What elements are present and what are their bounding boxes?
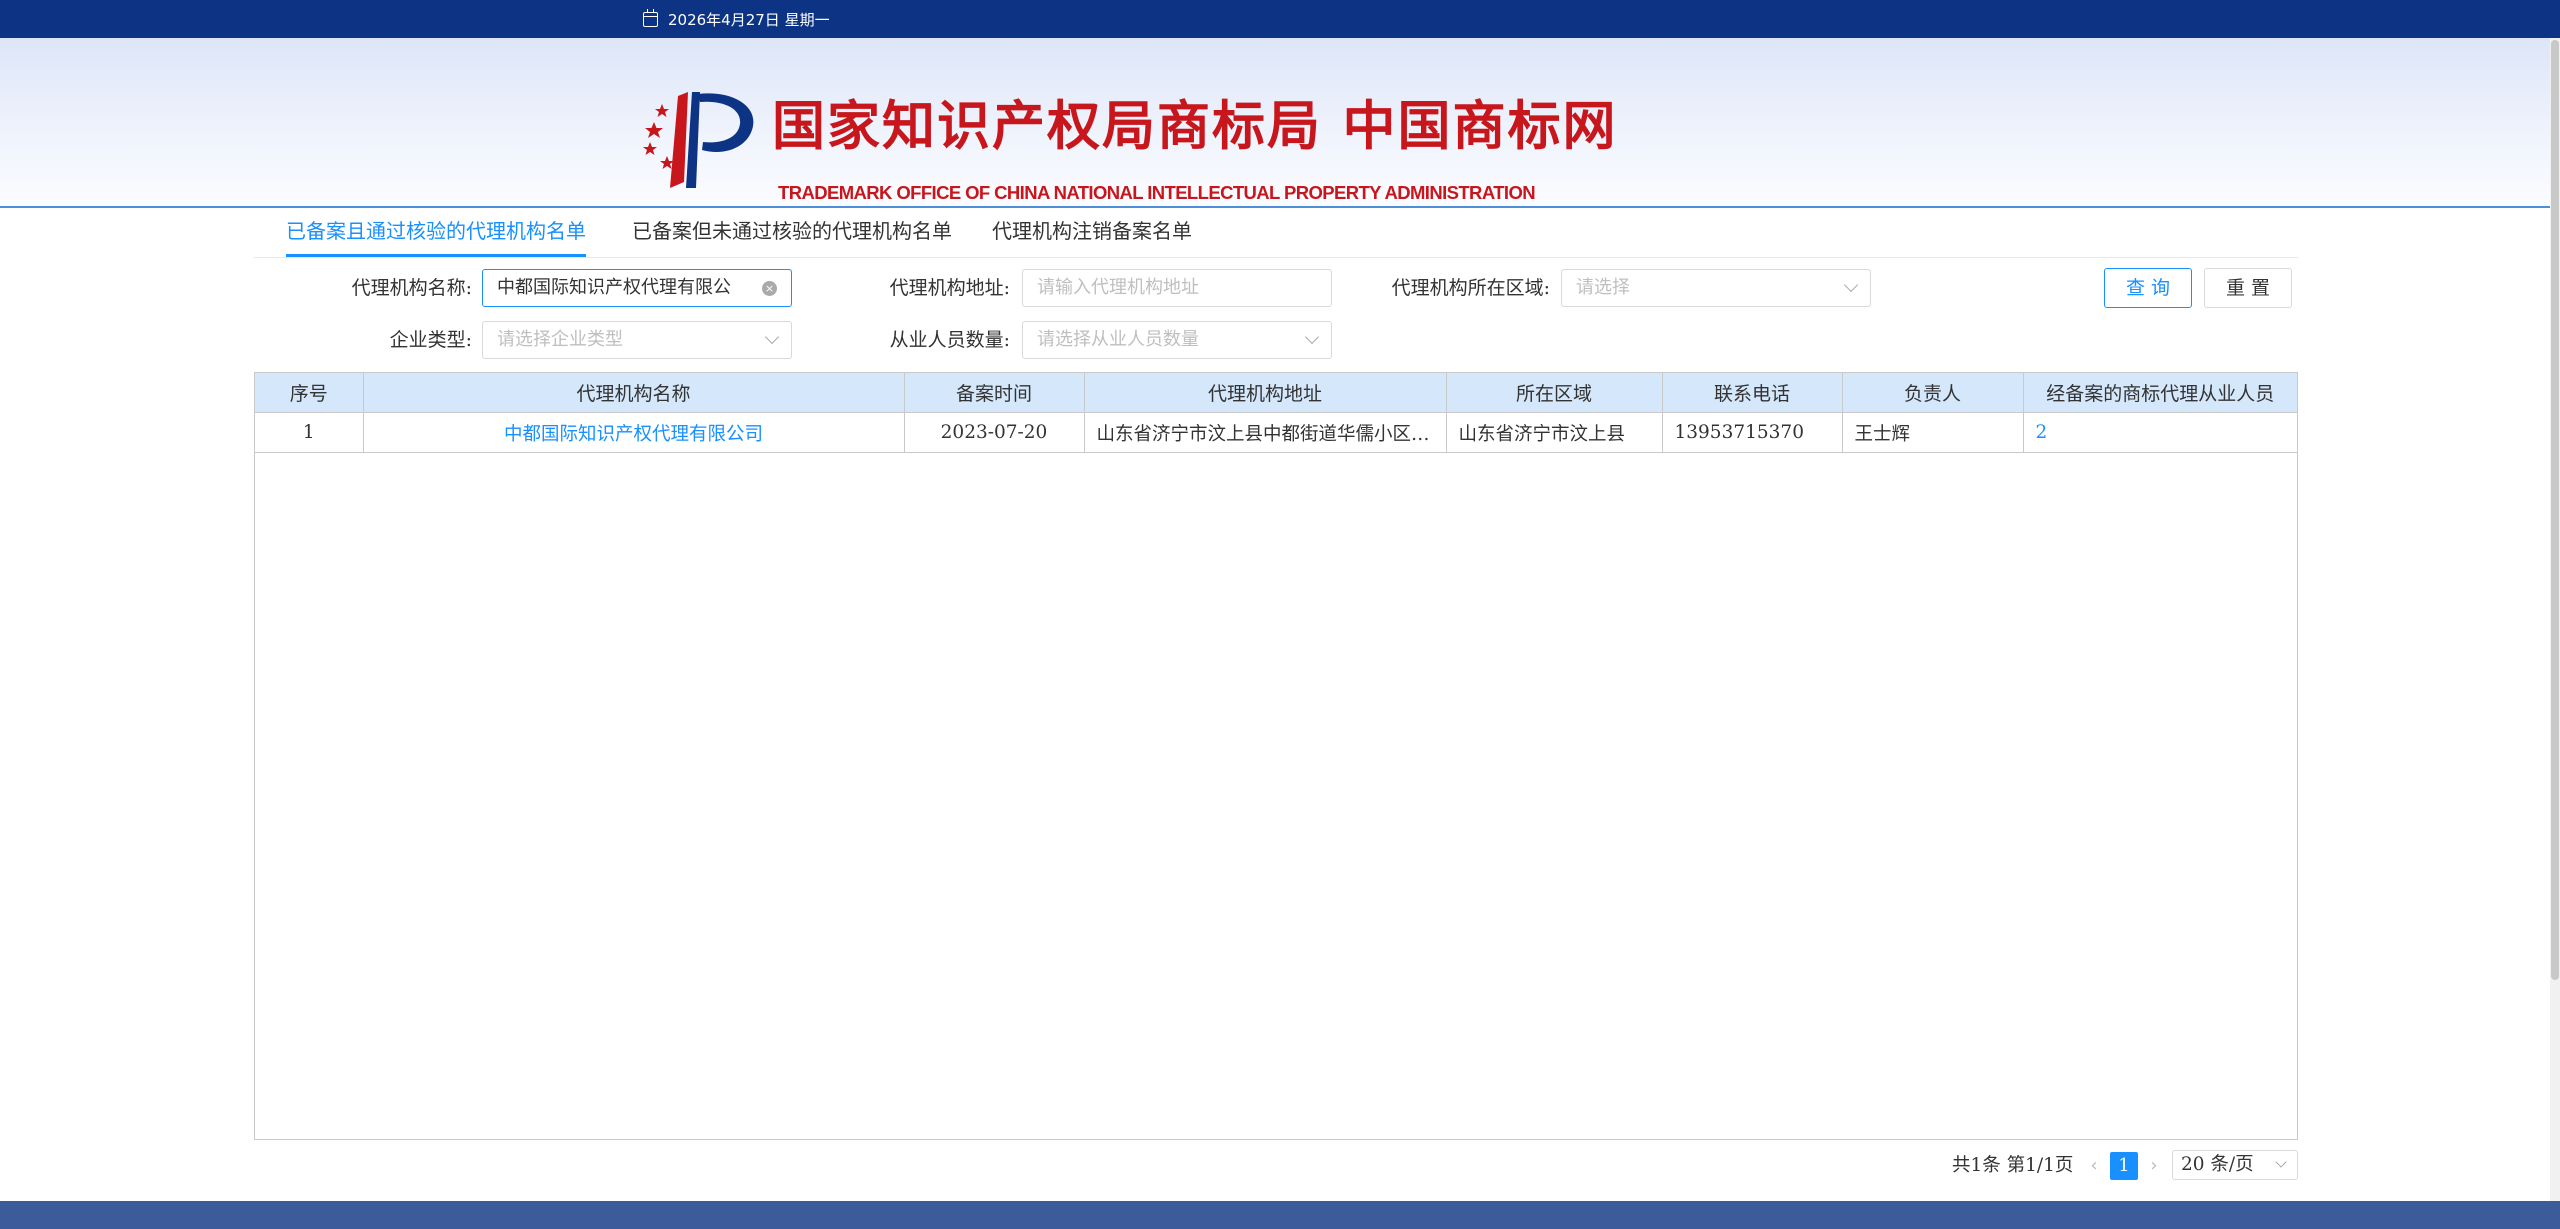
page-size-value: 20 条/页 [2181, 1154, 2254, 1175]
cell-index: 1 [255, 412, 364, 453]
table-header-row: 序号 代理机构名称 备案时间 代理机构地址 所在区域 联系电话 负责人 经备案的… [255, 373, 2297, 413]
site-subtitle: TRADEMARK OFFICE OF CHINA NATIONAL INTEL… [778, 182, 1536, 203]
site-header: 国家知识产权局商标局 中国商标网 TRADEMARK OFFICE OF CHI… [0, 38, 2560, 208]
prev-page-button[interactable]: ‹ [2080, 1152, 2108, 1180]
cell-address: 山东省济宁市汶上县中都街道华儒小区门面 [1084, 412, 1447, 453]
col-header-address: 代理机构地址 [1084, 373, 1447, 413]
agency-region-select[interactable]: 请选择 [1561, 269, 1871, 307]
cell-manager: 王士辉 [1842, 412, 2024, 453]
tab-cancelled-agencies[interactable]: 代理机构注销备案名单 [992, 206, 1192, 256]
cell-phone: 13953715370 [1662, 412, 1843, 453]
staff-count-label: 从业人员数量: [889, 329, 1010, 351]
col-header-phone: 联系电话 [1662, 373, 1843, 413]
chevron-down-icon [2275, 1156, 2287, 1168]
pagination-summary: 共1条 第1/1页 [1952, 1155, 2074, 1176]
agency-region-label: 代理机构所在区域: [1391, 277, 1550, 299]
chevron-down-icon [764, 329, 780, 345]
company-type-select[interactable]: 请选择企业类型 [482, 321, 792, 359]
page-1-button[interactable]: 1 [2110, 1152, 2138, 1180]
company-type-label: 企业类型: [389, 329, 472, 351]
query-button[interactable]: 查询 [2104, 268, 2192, 308]
col-header-name: 代理机构名称 [363, 373, 905, 413]
agency-name-label: 代理机构名称: [351, 277, 472, 299]
results-table: 序号 代理机构名称 备案时间 代理机构地址 所在区域 联系电话 负责人 经备案的… [255, 373, 2297, 453]
next-page-button[interactable]: › [2140, 1152, 2168, 1180]
date-text: 2026年4月27日 星期一 [668, 10, 830, 29]
col-header-index: 序号 [255, 373, 364, 413]
tab-bar: 已备案且通过核验的代理机构名单 已备案但未通过核验的代理机构名单 代理机构注销备… [254, 206, 2298, 258]
date-display: 2026年4月27日 星期一 [643, 0, 830, 38]
reset-button[interactable]: 重置 [2204, 268, 2292, 308]
chevron-down-icon [1843, 277, 1859, 293]
emblem-icon [643, 92, 754, 188]
clear-icon[interactable]: × [762, 281, 777, 296]
cell-record-date: 2023-07-20 [904, 412, 1085, 453]
site-logo[interactable]: 国家知识产权局商标局 中国商标网 TRADEMARK OFFICE OF CHI… [640, 78, 1615, 218]
agency-address-label: 代理机构地址: [889, 277, 1010, 299]
staff-count-placeholder: 请选择从业人员数量 [1037, 329, 1199, 350]
staff-count-select[interactable]: 请选择从业人员数量 [1022, 321, 1332, 359]
calendar-icon [643, 8, 658, 27]
agency-region-placeholder: 请选择 [1576, 277, 1630, 298]
site-title: 国家知识产权局商标局 中国商标网 [772, 95, 1618, 157]
agency-address-input[interactable]: 请输入代理机构地址 [1022, 269, 1332, 307]
top-bar: 2026年4月27日 星期一 [0, 0, 2560, 38]
scrollbar-thumb[interactable] [2551, 40, 2559, 980]
col-header-record-date: 备案时间 [904, 373, 1085, 413]
company-type-placeholder: 请选择企业类型 [497, 329, 623, 350]
agency-name-input[interactable]: 中都国际知识产权代理有限公 × [482, 269, 792, 307]
cell-region: 山东省济宁市汶上县 [1446, 412, 1663, 453]
tab-unverified-agencies[interactable]: 已备案但未通过核验的代理机构名单 [632, 206, 952, 256]
page-size-select[interactable]: 20 条/页 [2172, 1150, 2298, 1180]
results-table-container: 序号 代理机构名称 备案时间 代理机构地址 所在区域 联系电话 负责人 经备案的… [254, 372, 2298, 1140]
col-header-staff: 经备案的商标代理从业人员 [2023, 373, 2297, 413]
chevron-down-icon [1304, 329, 1320, 345]
table-row: 1 中都国际知识产权代理有限公司 2023-07-20 山东省济宁市汶上县中都街… [255, 412, 2297, 453]
tab-verified-agencies[interactable]: 已备案且通过核验的代理机构名单 [286, 206, 586, 257]
col-header-region: 所在区域 [1446, 373, 1663, 413]
site-footer [0, 1201, 2560, 1229]
staff-count-link[interactable]: 2 [2023, 412, 2297, 453]
agency-name-link[interactable]: 中都国际知识产权代理有限公司 [363, 412, 905, 453]
agency-name-value: 中都国际知识产权代理有限公 [497, 277, 731, 298]
col-header-manager: 负责人 [1842, 373, 2024, 413]
